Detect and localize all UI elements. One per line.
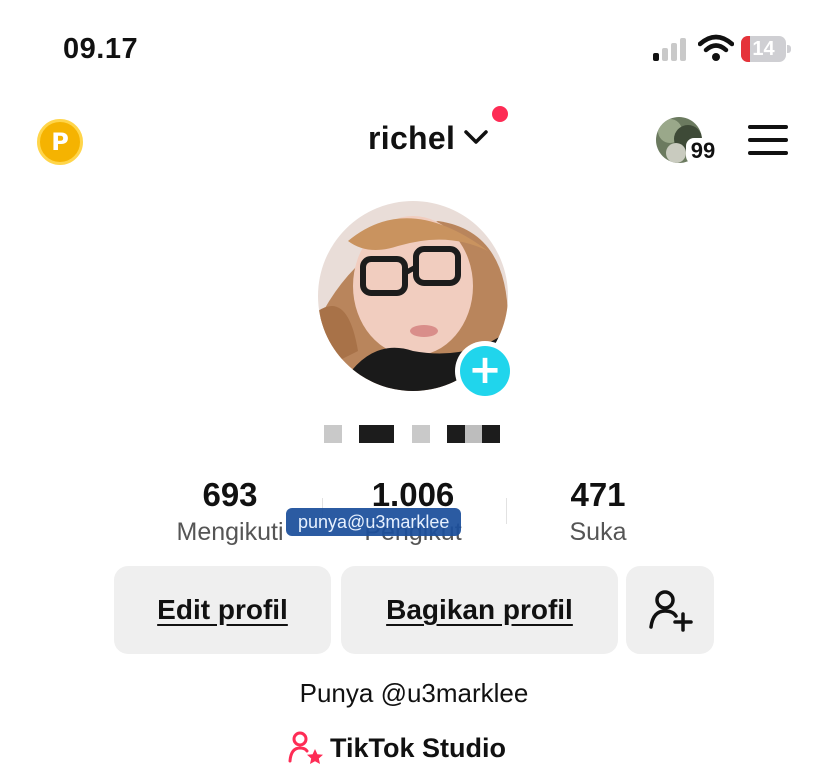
profile-bio: Punya @u3marklee bbox=[299, 678, 529, 708]
username-switcher[interactable]: richel bbox=[368, 120, 455, 157]
add-user-icon bbox=[649, 590, 693, 632]
battery-level: 14 bbox=[752, 38, 775, 60]
status-time: 09.17 bbox=[63, 33, 139, 65]
likes-label: Suka bbox=[569, 518, 627, 546]
notification-count-badge: 99 bbox=[686, 138, 720, 164]
wifi-icon bbox=[698, 34, 734, 61]
chevron-down-icon[interactable] bbox=[463, 127, 489, 147]
censored-handle bbox=[324, 425, 500, 443]
coin-icon[interactable]: P bbox=[37, 119, 83, 165]
edit-profile-button[interactable]: Edit profil bbox=[114, 566, 331, 654]
edit-profile-label: Edit profil bbox=[157, 594, 288, 625]
stat-likes[interactable]: 471 Suka bbox=[508, 476, 688, 547]
tiktok-studio-link[interactable]: TikTok Studio bbox=[288, 730, 506, 766]
tiktok-studio-label: TikTok Studio bbox=[330, 732, 507, 763]
watermark-label: punya@u3marklee bbox=[286, 508, 462, 536]
share-profile-button[interactable]: Bagikan profil bbox=[341, 566, 618, 654]
coin-letter: P bbox=[51, 128, 69, 156]
battery-icon: 14 bbox=[741, 36, 791, 62]
plus-icon: + bbox=[460, 346, 510, 396]
add-friend-button[interactable] bbox=[626, 566, 714, 654]
stat-divider bbox=[506, 498, 507, 524]
menu-icon[interactable] bbox=[748, 125, 788, 155]
share-profile-label: Bagikan profil bbox=[386, 594, 573, 625]
creator-star-icon bbox=[288, 731, 323, 764]
cellular-signal-icon bbox=[653, 37, 691, 61]
likes-count: 471 bbox=[570, 476, 626, 513]
add-story-button[interactable]: + bbox=[455, 341, 515, 401]
notification-dot bbox=[492, 106, 508, 122]
